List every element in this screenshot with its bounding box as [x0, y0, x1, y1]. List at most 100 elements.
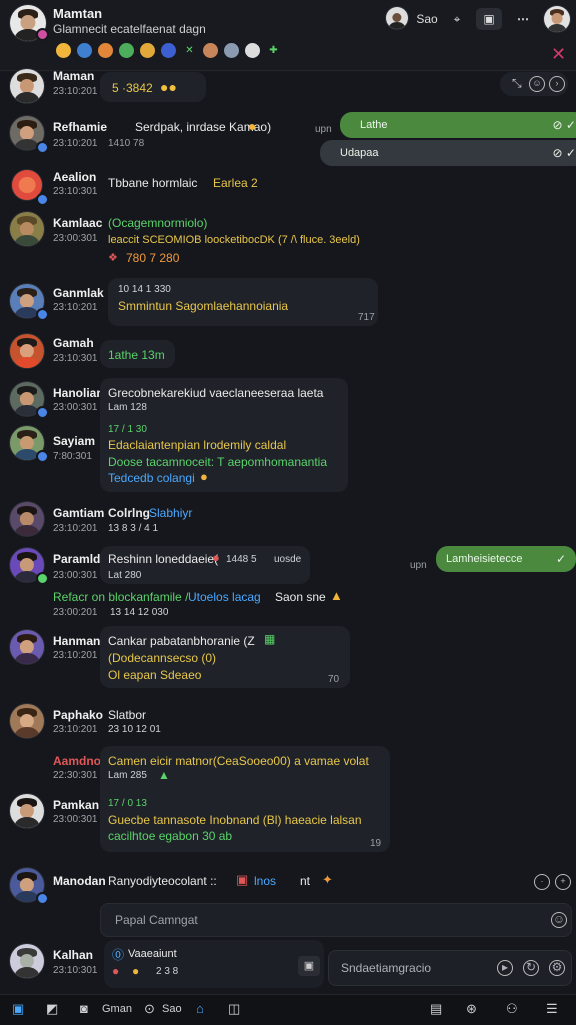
emoji-icon[interactable]: [203, 43, 218, 58]
more-icon[interactable]: ⋯: [512, 8, 534, 30]
help-icon[interactable]: ⊛: [466, 1001, 477, 1017]
message-text: Doose tacamnoceit: T aepomhomanantia: [108, 455, 328, 469]
message-text: Refacr on blockanfamile /: [53, 590, 189, 604]
message-text: Smmintun Sagomlaehannoiania: [118, 299, 289, 313]
message-text: (Dodecannsecso (0): [108, 651, 217, 665]
avatar[interactable]: [386, 7, 408, 29]
monitor-icon[interactable]: ⌂: [196, 1001, 204, 1016]
message-meta: 17 / 0 13: [108, 798, 147, 809]
timestamp: 23:00:301: [53, 814, 98, 825]
forward-icon[interactable]: ›: [549, 76, 565, 92]
avatar[interactable]: [10, 334, 44, 368]
reply-label: Lamheisietecce: [446, 553, 523, 565]
status-badge: [36, 892, 49, 905]
emoji-icon[interactable]: [56, 43, 71, 58]
sender-name: Gamah: [53, 336, 94, 350]
message-text: 5 ·3842: [112, 81, 153, 95]
search-input[interactable]: Sndaetiamgracio ▸ ↻ ⚙: [328, 950, 572, 986]
calendar-icon[interactable]: ▤: [430, 1001, 442, 1017]
timestamp: 23:10:201: [53, 86, 98, 97]
emoji-icon[interactable]: [245, 43, 260, 58]
sender-name: Paphako: [53, 708, 104, 722]
message-meta: uosde: [274, 554, 302, 565]
check-icon: ✓: [555, 552, 566, 566]
emoji-icon[interactable]: [224, 43, 239, 58]
emoji-picker-icon[interactable]: ☺: [551, 912, 567, 928]
header-label[interactable]: Sao: [414, 8, 440, 30]
message-meta: 1448 5: [226, 554, 257, 565]
timestamp: 23:10:201: [53, 523, 98, 534]
reaction-icon[interactable]: +: [555, 874, 571, 890]
split-icon[interactable]: ◫: [228, 1001, 240, 1017]
link-icon[interactable]: ⌖: [448, 8, 466, 30]
emoji-icon[interactable]: [98, 43, 113, 58]
message-meta: Lam 128: [108, 402, 147, 413]
emoji-icon: ●: [212, 550, 220, 565]
avatar[interactable]: [10, 944, 44, 978]
status-badge: [36, 406, 49, 419]
emoji-icon[interactable]: ✚: [266, 43, 281, 58]
avatar[interactable]: [10, 69, 44, 103]
chat-icon[interactable]: ◩: [46, 1001, 58, 1017]
refresh-icon[interactable]: ↻: [523, 960, 539, 976]
footer-label[interactable]: Gman: [102, 1003, 132, 1015]
emoji-icon[interactable]: [161, 43, 176, 58]
footer-label[interactable]: Sao: [162, 1003, 182, 1015]
timestamp: 22:30:301: [53, 770, 98, 781]
play-icon[interactable]: ▸: [497, 960, 513, 976]
screen-icon[interactable]: ▣: [476, 8, 502, 30]
settings-icon[interactable]: ⚙: [549, 960, 565, 976]
avatar[interactable]: [10, 630, 44, 664]
avatar[interactable]: [10, 704, 44, 738]
reaction-bar: ✕ ✚: [56, 43, 281, 58]
avatar[interactable]: [10, 794, 44, 828]
sender-name: Hanman: [53, 634, 101, 648]
status-badge: [36, 28, 49, 41]
message-text: Colrlng: [108, 506, 150, 520]
avatar[interactable]: [544, 6, 570, 32]
message-text: 780 7 280: [126, 251, 180, 265]
message-text: (Ocagemnormiolo): [108, 216, 208, 230]
emoji-icon[interactable]: ✕: [182, 43, 197, 58]
emoji-icon[interactable]: [119, 43, 134, 58]
menu-icon[interactable]: ☰: [546, 1001, 558, 1017]
sender-name: Kamlaac: [53, 216, 103, 230]
status-badge: [36, 141, 49, 154]
timestamp: 23:00:301: [53, 233, 98, 244]
emoji-icon[interactable]: [140, 43, 155, 58]
info-icon[interactable]: ·: [534, 874, 550, 890]
message-meta: 13 14 12 030: [110, 607, 169, 618]
attach-icon[interactable]: ▣: [298, 956, 320, 976]
message-composer[interactable]: Papal Camngat ☺: [100, 903, 572, 937]
expand-icon[interactable]: ⤡: [512, 76, 522, 91]
message-meta: 70: [328, 674, 340, 685]
sender-name: Paramld: [53, 552, 101, 566]
message-text: leaccit SCEOMIOB loocketibocDK (7 /\ flu…: [108, 234, 360, 246]
emoji-icon[interactable]: [77, 43, 92, 58]
message-text: Ranyodiyteocolant ::: [108, 874, 217, 888]
message-text: nt: [300, 874, 311, 888]
settings-icon[interactable]: ⊙: [144, 1001, 155, 1017]
close-icon[interactable]: ✕: [551, 44, 566, 65]
home-icon[interactable]: ▣: [12, 1001, 24, 1017]
quick-reply-button[interactable]: Udapaa ⊘ ✓: [320, 140, 576, 166]
message-text: Camen eicir matnor(CeaSooeo00) a vamae v…: [108, 754, 369, 768]
quick-reply-button[interactable]: Lamheisietecce ✓: [436, 546, 576, 572]
quick-reply-button[interactable]: Lathe ⊘ ✓: [340, 112, 576, 138]
sender-name: Aealion: [53, 170, 97, 184]
message-meta: Lam 285: [108, 770, 147, 781]
bottom-toolbar: ▣ ◩ ◙ Gman ⊙ Sao ⌂ ◫ ▤ ⊛ ⚇ ☰: [0, 994, 576, 1025]
status-badge: [36, 572, 49, 585]
avatar[interactable]: [10, 502, 44, 536]
status-badge: [36, 308, 49, 321]
status-badge: [36, 450, 49, 463]
avatar[interactable]: [10, 212, 44, 246]
reaction-icon[interactable]: ☺: [529, 76, 545, 92]
emoji-icon: ▲: [158, 768, 170, 782]
people-icon[interactable]: ⚇: [506, 1001, 518, 1017]
message-meta: 2 3 8: [156, 966, 179, 977]
sender-name: Hanolian: [53, 386, 104, 400]
camera-icon[interactable]: ◙: [80, 1001, 88, 1016]
message-text: cacilhtoe egabon 30 ab: [108, 829, 233, 843]
emoji-icon: ▣: [236, 872, 249, 887]
